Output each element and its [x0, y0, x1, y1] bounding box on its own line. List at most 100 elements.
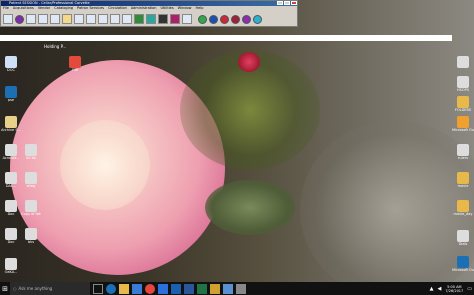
menu-administration[interactable]: Administration: [131, 6, 157, 11]
desktop-icon-bks[interactable]: bks: [20, 228, 42, 244]
tool-cyan-circle-icon[interactable]: [253, 14, 262, 24]
desktop-icon-acrobat[interactable]: Acrobat...: [0, 144, 22, 160]
windows-logo-icon: ⊞: [2, 284, 8, 293]
tool-violet-circle-icon[interactable]: [242, 14, 251, 24]
app2-icon[interactable]: [223, 283, 233, 294]
minimize-button[interactable]: [277, 1, 283, 5]
desktop-icon-doc2[interactable]: Doc: [0, 200, 22, 216]
menu-help[interactable]: Help: [195, 6, 203, 11]
outlook-icon: [457, 256, 469, 268]
desktop-icon-doc[interactable]: DOC: [0, 56, 22, 72]
desktop-icon-all-bk[interactable]: All bk: [20, 144, 42, 160]
tool-green-circle-icon[interactable]: [198, 14, 207, 24]
file-icon: [25, 144, 37, 156]
tool-maroon-circle-icon[interactable]: [231, 14, 240, 24]
desktop-icon-oaka[interactable]: OaKA...: [0, 258, 22, 274]
folder-icon: [457, 172, 469, 184]
outlook-taskbar-icon[interactable]: [171, 283, 181, 294]
search-box[interactable]: ○ Ask me anything: [10, 282, 90, 295]
toolbar: [3, 12, 295, 26]
menu-patron-services[interactable]: Patron Services: [77, 6, 104, 11]
desktop-icon-outlook-1[interactable]: Microsoft Outlook 2016: [452, 116, 474, 132]
file-icon: [5, 200, 17, 212]
start-button[interactable]: ⊞: [0, 282, 10, 295]
tool-table-icon[interactable]: [26, 14, 36, 24]
tool-grid-icon[interactable]: [3, 14, 13, 24]
tool-blue-circle-icon[interactable]: [209, 14, 218, 24]
tool-dark-icon[interactable]: [158, 14, 168, 24]
clock-time: 5:00 AM: [447, 284, 462, 289]
file-icon: [5, 228, 17, 240]
menu-file[interactable]: File: [3, 6, 9, 11]
mail-icon[interactable]: [158, 283, 168, 294]
tool-list-icon[interactable]: [38, 14, 48, 24]
menu-cataloging[interactable]: Cataloging: [54, 6, 73, 11]
menu-vendor[interactable]: Vendor: [38, 6, 50, 11]
desktop-icon-archive[interactable]: Archive S...: [0, 116, 22, 132]
menu-acquisitions[interactable]: Acquisitions: [13, 6, 34, 11]
desktop-icon-rulers[interactable]: rulers: [452, 144, 474, 160]
pdf-icon: [69, 56, 81, 68]
network-icon[interactable]: ▲: [430, 286, 434, 292]
menu-window[interactable]: Window: [178, 6, 192, 11]
volume-icon[interactable]: ◀: [437, 286, 441, 292]
leaf-image: [205, 180, 295, 235]
pse-icon: [5, 86, 17, 98]
tool-form-icon[interactable]: [182, 14, 192, 24]
desktop-icon-file-red[interactable]: File: [64, 56, 86, 72]
garden-path: [300, 120, 474, 295]
edge-icon[interactable]: [106, 283, 116, 294]
menu-utilities[interactable]: Utilities: [160, 6, 173, 11]
rose-petal-highlight: [60, 120, 150, 210]
desktop-icon-doc3[interactable]: Doc: [0, 228, 22, 244]
menu-circulation[interactable]: Circulation: [108, 6, 127, 11]
word-icon[interactable]: [184, 283, 194, 294]
desktop-wallpaper: [0, 0, 474, 295]
tool-record-icon[interactable]: [50, 14, 60, 24]
file-icon: [25, 228, 37, 240]
chrome-icon[interactable]: [145, 283, 155, 294]
tool-red-circle-icon[interactable]: [220, 14, 229, 24]
app3-icon[interactable]: [236, 283, 246, 294]
search-icon: ○: [13, 286, 17, 291]
tool-stack-icon[interactable]: [110, 14, 120, 24]
folder-icon: [457, 96, 469, 108]
tool-book-icon[interactable]: [98, 14, 108, 24]
tool-open-icon[interactable]: [62, 14, 72, 24]
desktop-icon-sfreg[interactable]: sfreg: [20, 172, 42, 188]
desktop-icon-folders[interactable]: FOLDERS: [452, 96, 474, 112]
desktop-icon-movie-day[interactable]: movie_day: [452, 200, 474, 216]
maximize-button[interactable]: [284, 1, 290, 5]
excel-icon[interactable]: [197, 283, 207, 294]
red-flower: [238, 52, 260, 72]
top-desktop-label: Holding P...: [44, 44, 67, 49]
tool-ledger-icon[interactable]: [122, 14, 132, 24]
desktop-icon-pse[interactable]: pse: [0, 86, 22, 102]
desktop-icon-outlook-2[interactable]: Microsoft Outlook 2016: [452, 256, 474, 272]
app-icon[interactable]: [210, 283, 220, 294]
folder-icon: [457, 200, 469, 212]
tool-magenta-icon[interactable]: [170, 14, 180, 24]
file-icon: [5, 144, 17, 156]
taskbar-clock[interactable]: 5:00 AM 7/26/2017: [445, 285, 463, 293]
file-icon: [457, 144, 469, 156]
tool-green-icon[interactable]: [134, 14, 144, 24]
desktop-icon-movie[interactable]: movie: [452, 172, 474, 188]
desktop-icon-dal[interactable]: DAL...: [0, 172, 22, 188]
notifications-icon[interactable]: ▭: [467, 286, 472, 292]
document-icon: [5, 56, 17, 68]
close-button[interactable]: [291, 1, 297, 5]
desktop-icon-hsops[interactable]: HSOPS: [452, 76, 474, 92]
folder-icon: [5, 116, 17, 128]
file-explorer-icon[interactable]: [119, 283, 129, 294]
file-icon: [457, 230, 469, 242]
tool-cards-icon[interactable]: [74, 14, 84, 24]
tool-teal-icon[interactable]: [146, 14, 156, 24]
store-icon[interactable]: [132, 283, 142, 294]
desktop-icon-copy-of-lbk[interactable]: Copy of lbk: [20, 200, 42, 216]
desktop-icon-right-1[interactable]: [452, 56, 474, 68]
desktop-icon-dials[interactable]: Dials: [452, 230, 474, 246]
task-view-icon[interactable]: [93, 283, 103, 294]
tool-catalog-icon[interactable]: [86, 14, 96, 24]
tool-purple-circle-icon[interactable]: [15, 14, 24, 24]
